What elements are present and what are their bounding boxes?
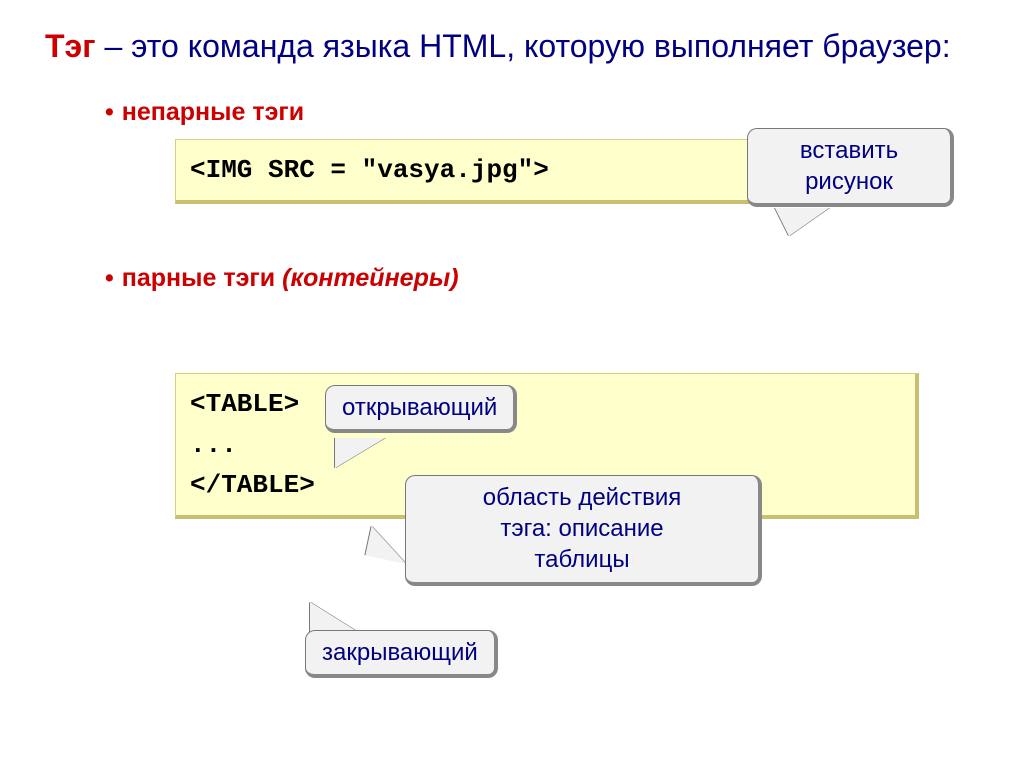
callout-text: закрывающий [322,639,478,666]
bullet-unpaired-label: непарные тэги [122,98,304,126]
callout-tail-icon [310,602,358,632]
code-text: <TABLE> ... </TABLE> [190,389,315,500]
callout-text: открывающий [342,394,497,421]
bullet-unpaired: • непарные тэги [105,98,979,127]
bullet-paired-label: парные тэги [122,264,282,292]
code-text: <IMG SRC = "vasya.jpg"> [190,155,549,185]
callout-closing: закрывающий [305,630,498,678]
bullet-paired-paren: (контейнеры) [282,264,458,292]
title-rest: – это команда языка HTML, которую выполн… [96,28,951,64]
callout-scope: область действия тэга: описание таблицы [405,475,762,586]
page-title: Тэг – это команда языка HTML, которую вы… [45,25,979,68]
callout-text: вставить рисунок [800,137,898,195]
bullet-paired: • парные тэги (контейнеры) [105,264,979,293]
callout-opening: открывающий [325,385,517,433]
bullet-dot-icon: • [105,264,114,292]
callout-tail-icon [775,208,829,236]
callout-insert-picture: вставить рисунок [747,128,954,207]
callout-text: область действия тэга: описание таблицы [483,484,681,573]
bullet-dot-icon: • [105,98,114,126]
callout-tail-icon [335,438,385,468]
term-word: Тэг [45,28,96,64]
